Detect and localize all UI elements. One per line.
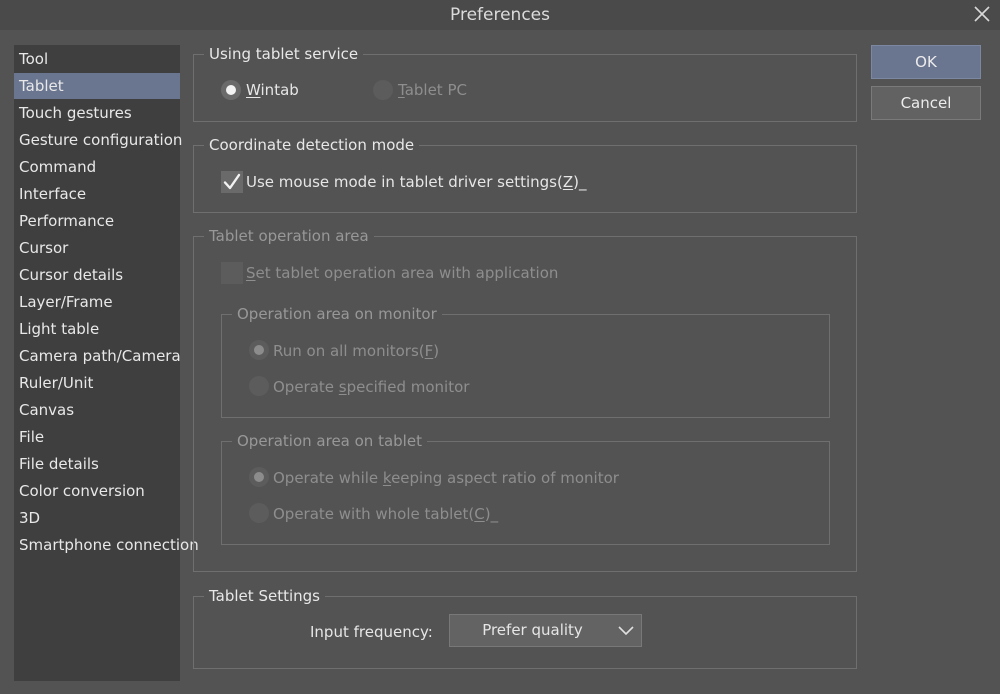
whole-tablet-label: Operate with whole tablet(C)_ — [273, 505, 499, 523]
input-frequency-value: Prefer quality — [482, 621, 583, 639]
operation-area-title: Tablet operation area — [204, 227, 374, 245]
all-monitors-label: Run on all monitors(F) — [273, 342, 440, 360]
window-title: Preferences — [450, 5, 550, 25]
wintab-radio[interactable] — [221, 80, 241, 100]
tablet-pc-label: Tablet PC — [398, 81, 467, 99]
sidebar-item-ruler-unit[interactable]: Ruler/Unit — [14, 370, 180, 396]
monitor-area-title: Operation area on monitor — [232, 305, 442, 323]
set-area-checkbox — [221, 262, 243, 284]
cancel-button[interactable]: Cancel — [871, 86, 981, 120]
ok-button[interactable]: OK — [871, 45, 981, 79]
close-icon[interactable] — [970, 2, 994, 26]
sidebar-item-gesture-configuration[interactable]: Gesture configuration — [14, 127, 182, 153]
chevron-down-icon — [618, 626, 634, 636]
tablet-pc-radio — [373, 80, 393, 100]
sidebar-item-layer-frame[interactable]: Layer/Frame — [14, 289, 180, 315]
title-bar: Preferences — [0, 0, 1000, 30]
sidebar-item-file-details[interactable]: File details — [14, 451, 180, 477]
sidebar-item-camera-path[interactable]: Camera path/Camera — [14, 343, 181, 369]
specified-monitor-label: Operate specified monitor — [273, 378, 470, 396]
wintab-label[interactable]: Wintab — [246, 80, 299, 100]
sidebar-item-canvas[interactable]: Canvas — [14, 397, 180, 423]
sidebar-item-smartphone-connection[interactable]: Smartphone connection — [14, 532, 199, 558]
mouse-mode-checkbox[interactable] — [221, 171, 243, 193]
input-frequency-dropdown[interactable]: Prefer quality — [449, 614, 642, 647]
sidebar-item-light-table[interactable]: Light table — [14, 316, 180, 342]
tablet-area-title: Operation area on tablet — [232, 432, 427, 450]
all-monitors-radio — [249, 340, 269, 360]
aspect-ratio-radio — [249, 467, 269, 487]
aspect-ratio-label: Operate while keeping aspect ratio of mo… — [273, 469, 619, 487]
sidebar-item-color-conversion[interactable]: Color conversion — [14, 478, 180, 504]
mouse-mode-label[interactable]: Use mouse mode in tablet driver settings… — [246, 172, 587, 192]
sidebar-item-interface[interactable]: Interface — [14, 181, 180, 207]
sidebar-item-3d[interactable]: 3D — [14, 505, 180, 531]
category-list[interactable]: Tool Tablet Touch gestures Gesture confi… — [14, 45, 199, 681]
sidebar-item-command[interactable]: Command — [14, 154, 180, 180]
set-area-label: Set tablet operation area with applicati… — [246, 264, 559, 282]
tablet-settings-title: Tablet Settings — [204, 587, 325, 605]
sidebar-item-cursor-details[interactable]: Cursor details — [14, 262, 180, 288]
sidebar-item-file[interactable]: File — [14, 424, 180, 450]
whole-tablet-radio — [249, 503, 269, 523]
sidebar-item-tool[interactable]: Tool — [14, 46, 180, 72]
sidebar-item-cursor[interactable]: Cursor — [14, 235, 180, 261]
tablet-area-group: Operation area on tablet — [221, 432, 830, 545]
sidebar-item-tablet[interactable]: Tablet — [14, 73, 180, 99]
monitor-area-group: Operation area on monitor — [221, 305, 830, 418]
tablet-service-title: Using tablet service — [204, 45, 364, 63]
sidebar-item-performance[interactable]: Performance — [14, 208, 180, 234]
input-frequency-label: Input frequency: — [310, 623, 433, 641]
check-icon — [223, 173, 241, 190]
coordinate-mode-title: Coordinate detection mode — [204, 136, 420, 154]
sidebar-item-touch-gestures[interactable]: Touch gestures — [14, 100, 180, 126]
specified-monitor-radio — [249, 376, 269, 396]
